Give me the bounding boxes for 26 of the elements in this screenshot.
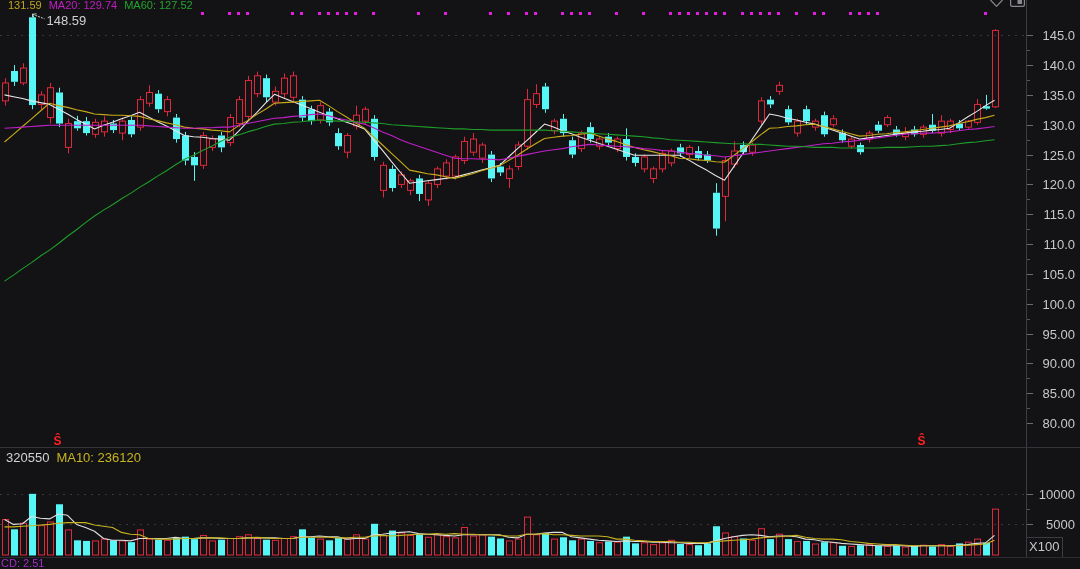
axis-label: 95.00: [1042, 327, 1075, 342]
axis-label: 110.0: [1043, 237, 1075, 252]
axis-label: 125.0: [1042, 148, 1075, 163]
indicator-value: MA20: 129.74: [48, 0, 118, 11]
axis-label: 115.0: [1043, 207, 1075, 222]
axis-label: 85.00: [1042, 386, 1075, 401]
indicator-value: 320550: [6, 451, 50, 465]
signal-marker: Ŝ: [917, 434, 926, 447]
axis-label: 5000: [1046, 517, 1075, 532]
indicator-value: 131.59: [8, 0, 42, 11]
axis-label: 120.0: [1042, 177, 1075, 192]
axis-label: 90.00: [1042, 356, 1075, 371]
axis-label: 10000: [1038, 487, 1075, 502]
axis-label: 135.0: [1042, 88, 1075, 103]
unit-label: X100: [1026, 537, 1063, 557]
price-label: 148.59: [46, 12, 87, 28]
indicator-value: MA60: 127.52: [124, 0, 193, 11]
axis-label: 80.00: [1042, 416, 1075, 431]
axis-label: 130.0: [1042, 118, 1075, 133]
axis-label: 105.0: [1042, 267, 1075, 282]
indicator-value: MA10: 236120: [56, 451, 141, 465]
axis-label: 100.0: [1042, 297, 1075, 312]
axis-label: 145.0: [1042, 28, 1075, 43]
signal-marker: Ŝ: [53, 434, 62, 447]
axis-label: 140.0: [1042, 58, 1075, 73]
indicator-value: CD: 2.51: [1, 558, 45, 569]
